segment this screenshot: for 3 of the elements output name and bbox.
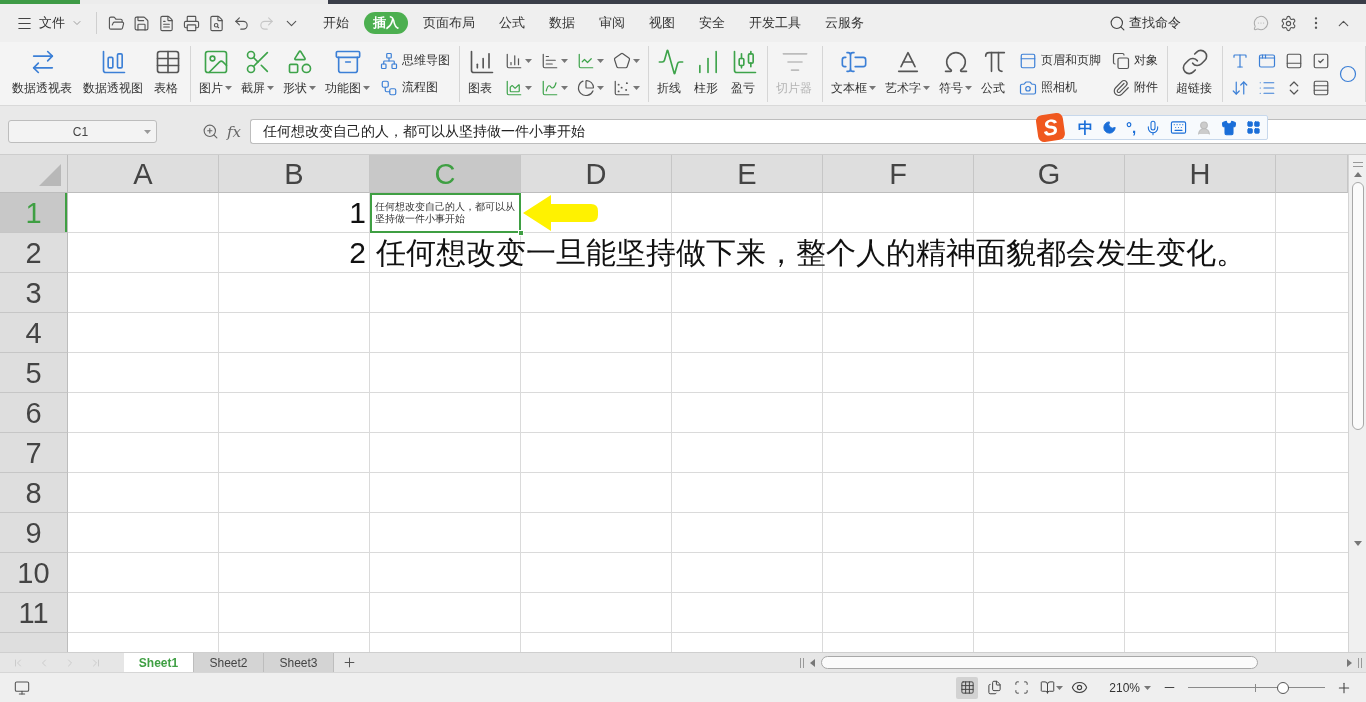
cell-text: 任何想改变自己的人，都可以从坚持做一件小事开始 bbox=[374, 201, 516, 225]
cell-text: 2 bbox=[348, 235, 367, 271]
cell-text: 1 bbox=[348, 195, 367, 231]
